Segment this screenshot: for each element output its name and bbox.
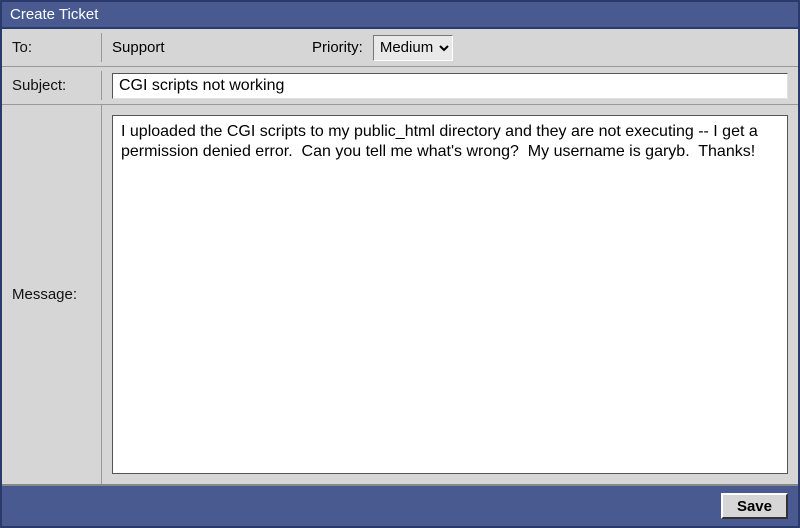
save-button[interactable]: Save <box>721 493 788 519</box>
to-row: To: Support Priority: Low Medium High <box>2 29 798 67</box>
message-row: Message: <box>2 105 798 486</box>
message-label: Message: <box>2 105 102 484</box>
message-textarea[interactable] <box>113 116 787 473</box>
priority-label: Priority: <box>312 39 373 56</box>
window-title: Create Ticket <box>10 6 98 23</box>
to-label: To: <box>2 33 102 62</box>
window-titlebar: Create Ticket <box>2 2 798 29</box>
to-value: Support <box>112 39 312 56</box>
form-area: To: Support Priority: Low Medium High Su… <box>2 29 798 105</box>
subject-input[interactable] <box>112 73 788 99</box>
message-field-wrap <box>112 115 788 474</box>
subject-row: Subject: <box>2 67 798 105</box>
subject-label: Subject: <box>2 71 102 100</box>
create-ticket-window: Create Ticket To: Support Priority: Low … <box>0 0 800 528</box>
priority-select[interactable]: Low Medium High <box>373 35 453 61</box>
footer-bar: Save <box>2 486 798 526</box>
